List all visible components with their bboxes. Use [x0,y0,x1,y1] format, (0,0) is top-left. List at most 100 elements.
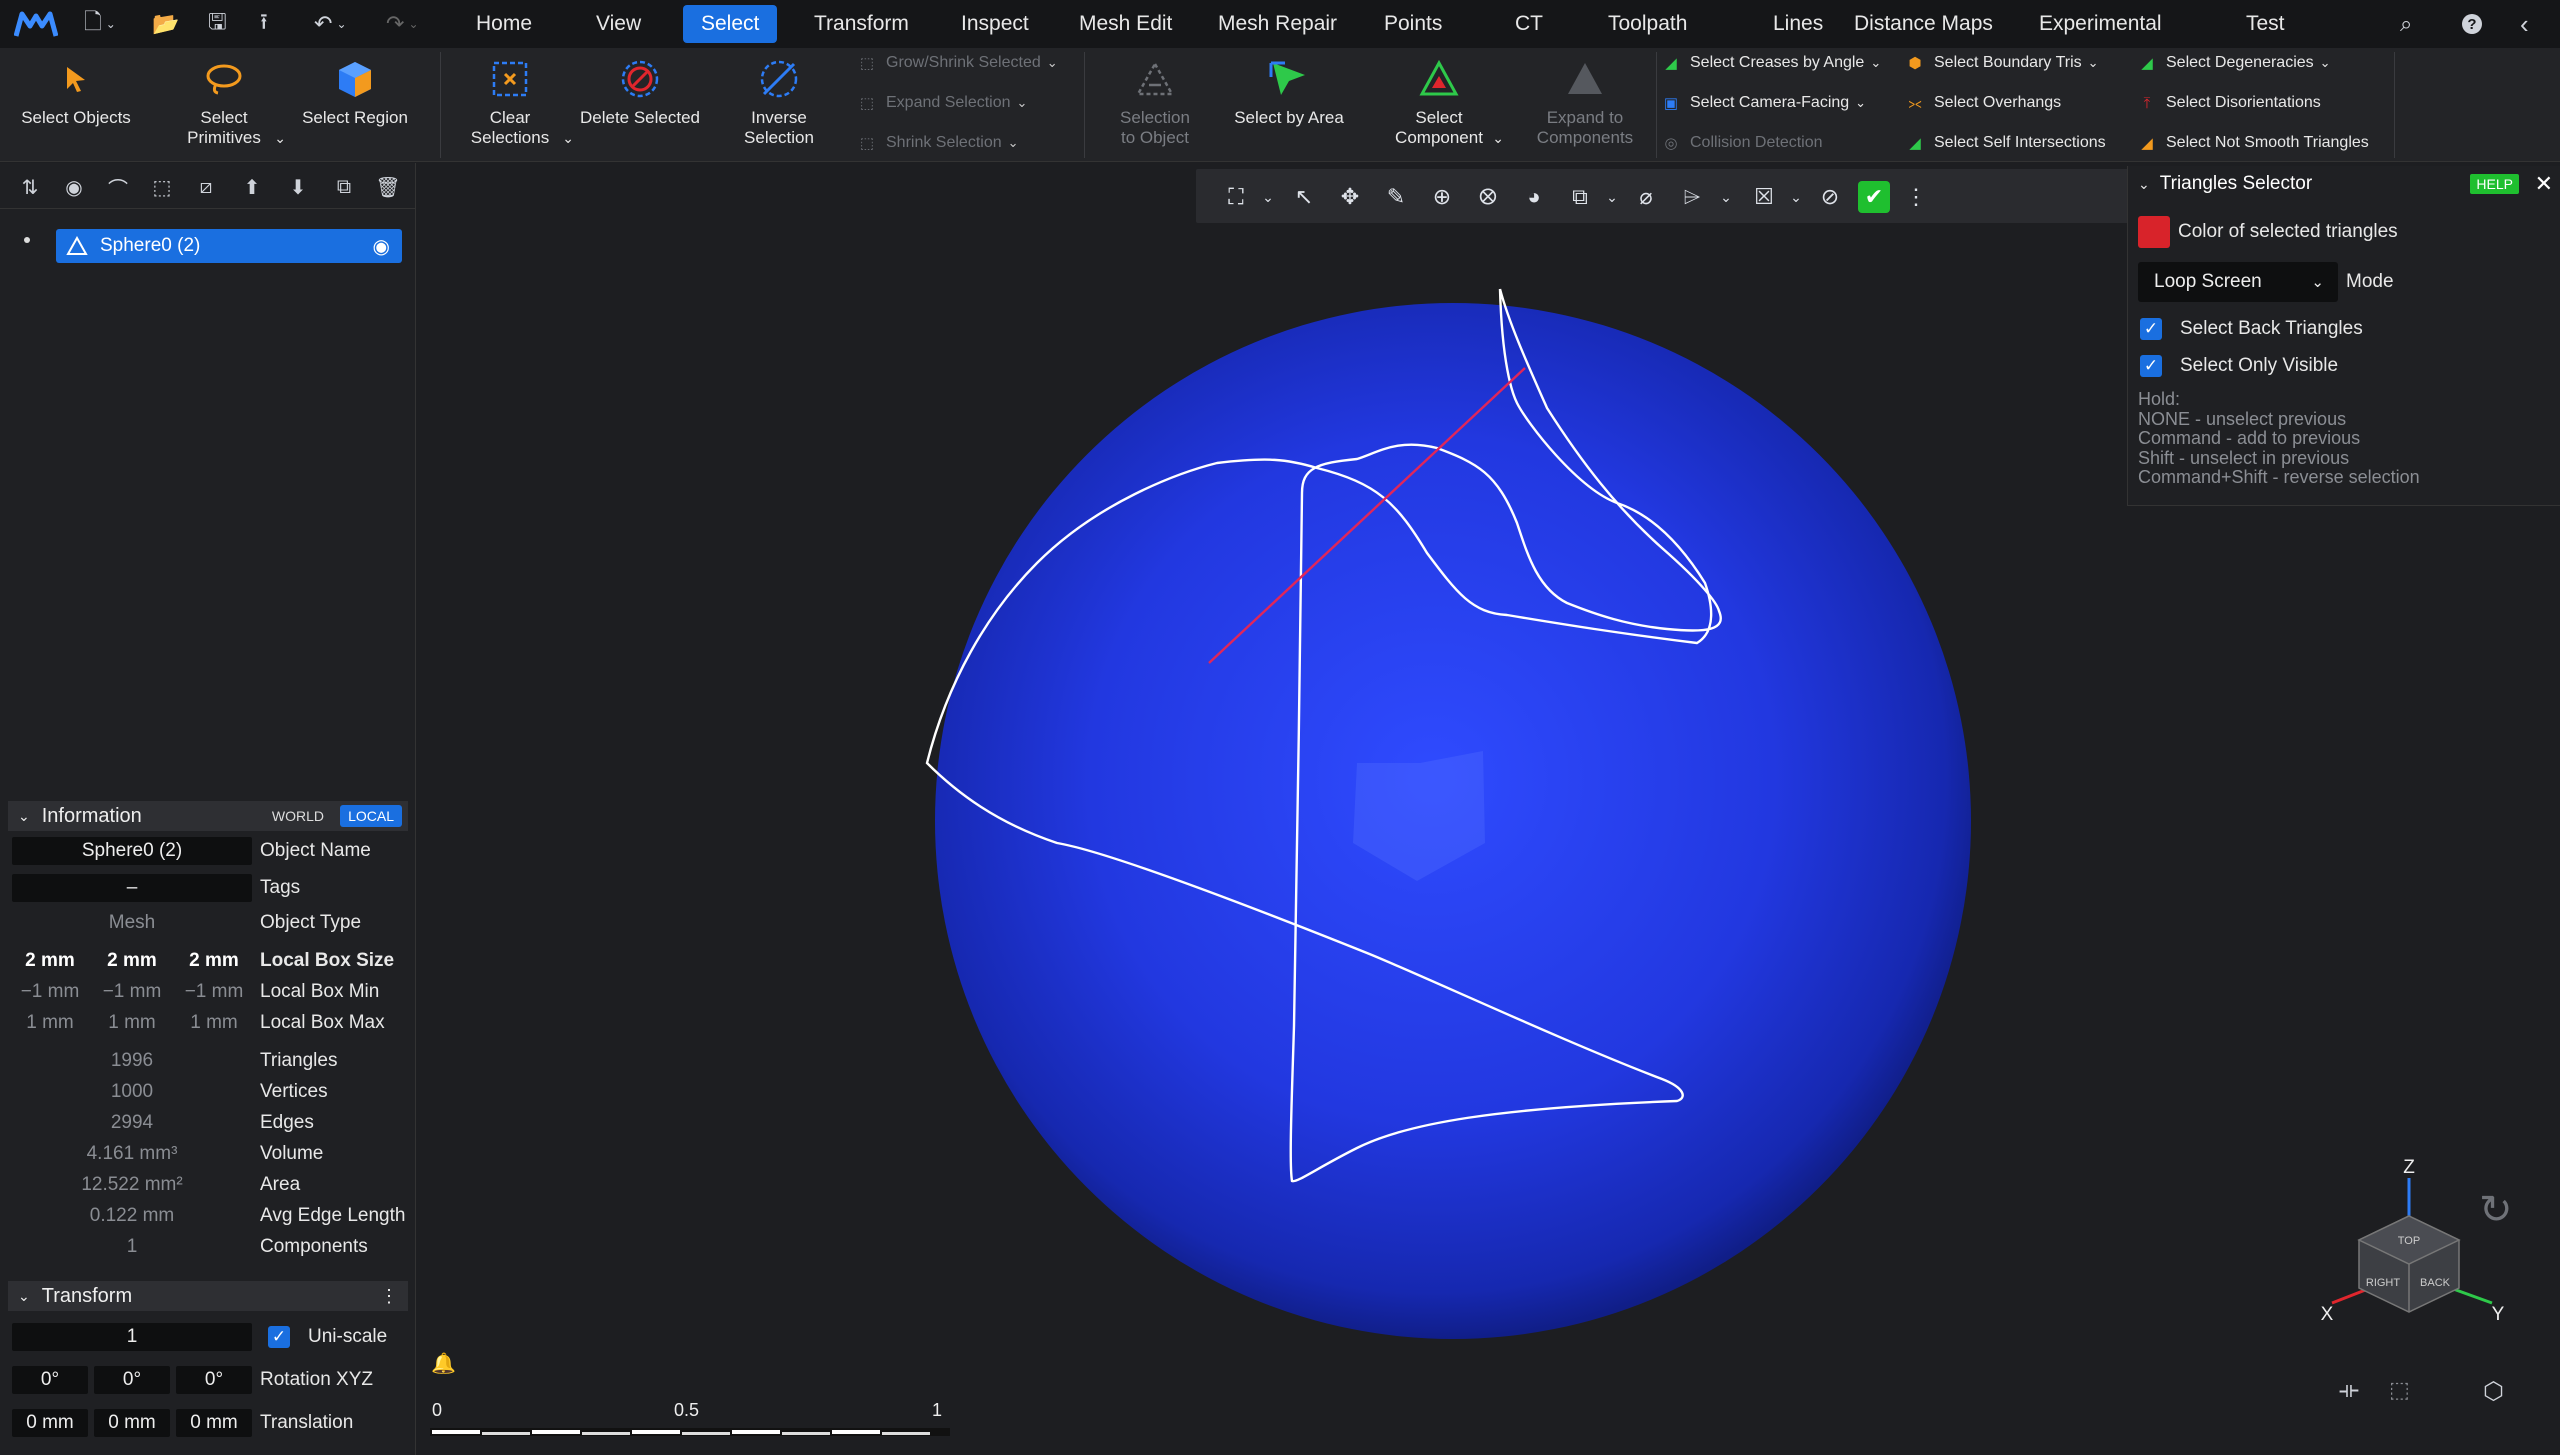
chevron-down-icon[interactable]: ⌄ [1780,181,1812,213]
more-options-icon[interactable]: ⋮ [1900,181,1932,213]
bell-icon[interactable]: 🔔 [431,1351,456,1376]
copy-view-icon[interactable]: ⧉ [1564,181,1596,213]
selection-to-object-button[interactable]: Selection to Object [1090,54,1220,158]
collision-detection-button[interactable]: ◎ Collision Detection [1660,128,1822,158]
no-select-icon[interactable]: ⊘ [1814,181,1846,213]
information-header[interactable]: ⌄ Information WORLD LOCAL [8,801,408,831]
select-overhangs-button[interactable]: ⪥ Select Overhangs [1904,88,2061,118]
tab-lines[interactable]: Lines [1755,5,1841,43]
select-creases-button[interactable]: ◢ Select Creases by Angle ⌄ [1660,48,1881,78]
chevron-down-icon[interactable]: ⌄ [562,128,574,148]
fit-view-icon[interactable]: ⛶ [1220,181,1252,213]
hide-icon[interactable]: ⌀ [1630,181,1662,213]
save-icon[interactable]: 🖫 [208,8,227,40]
selected-triangles-color-swatch[interactable] [2138,216,2170,248]
tab-select[interactable]: Select [683,5,778,43]
select-not-smooth-button[interactable]: ◢ Select Not Smooth Triangles [2136,128,2369,158]
trash-icon[interactable]: 🗑 [374,173,402,201]
sort-icon[interactable]: ⇅ [16,173,44,201]
tab-toolpath[interactable]: Toolpath [1590,5,1705,43]
select-disorientations-button[interactable]: ⤒ Select Disorientations [2136,88,2321,118]
eye-closed-icon[interactable]: ⌒ [104,173,132,201]
app-logo-icon[interactable] [14,8,58,40]
delete-selected-button[interactable]: Delete Selected [576,54,704,158]
open-folder-icon[interactable]: 📂 [152,8,179,40]
select-only-visible-checkbox[interactable]: ✓ [2140,355,2162,377]
scale-field[interactable]: 1 [12,1323,252,1351]
chevron-down-icon[interactable]: ⌄ [274,128,286,148]
mode-select[interactable]: Loop Screen ⌄ [2138,262,2338,302]
tags-field[interactable]: – [12,874,252,902]
chevron-down-icon[interactable]: ⌄ [1596,181,1628,213]
uniscale-checkbox[interactable]: ✓ [268,1326,290,1348]
more-options-icon[interactable]: ⋮ [380,1286,398,1307]
tab-mesh-edit[interactable]: Mesh Edit [1061,5,1190,43]
confirm-check-icon[interactable]: ✔ [1858,181,1890,213]
copy-icon[interactable]: ⧉ [330,173,358,201]
translation-z-field[interactable]: 0 mm [176,1409,252,1437]
tab-test[interactable]: Test [2228,5,2303,43]
export-icon[interactable]: ⭱ [260,8,268,40]
tab-view[interactable]: View [578,5,659,43]
select-component-button[interactable]: Select Component ⌄ [1374,54,1504,158]
select-primitives-button[interactable]: Select Primitives ⌄ [160,54,288,158]
translation-x-field[interactable]: 0 mm [12,1409,88,1437]
move-up-icon[interactable]: ⬆ [238,173,266,201]
cube-view-icon[interactable]: ⬡ [2483,1377,2504,1406]
rotation-y-field[interactable]: 0° [94,1366,170,1394]
rect-select-icon[interactable]: ☒ [1748,181,1780,213]
select-self-intersections-button[interactable]: ◢ Select Self Intersections [1904,128,2105,158]
search-icon[interactable]: ⌕ [2400,8,2412,40]
object-name-field[interactable]: Sphere0 (2) [12,837,252,865]
draw-icon[interactable]: ✎ [1380,181,1412,213]
lasso-tool-icon[interactable]: ⌲ [1676,181,1708,213]
triangles-selector-header[interactable]: ⌄ Triangles Selector HELP ✕ [2128,166,2560,202]
inverse-selection-button[interactable]: Inverse Selection [714,54,844,158]
tab-transform[interactable]: Transform [796,5,927,43]
close-icon[interactable]: ✕ [2535,171,2553,197]
move-down-icon[interactable]: ⬇ [284,173,312,201]
chevron-down-icon[interactable]: ⌄ [1710,181,1742,213]
local-toggle[interactable]: LOCAL [340,805,402,827]
tab-home[interactable]: Home [458,5,550,43]
transform-header[interactable]: ⌄ Transform ⋮ [8,1281,408,1311]
expand-to-components-button[interactable]: Expand to Components [1520,54,1650,158]
ruler-icon[interactable]: ⟛ [2339,1377,2359,1403]
rotation-x-field[interactable]: 0° [12,1366,88,1394]
eye-icon[interactable]: ◉ [60,173,88,201]
mesh-network-icon[interactable]: ⭙ [1472,181,1504,213]
rotation-z-field[interactable]: 0° [176,1366,252,1394]
tab-ct[interactable]: CT [1497,5,1561,43]
world-toggle[interactable]: WORLD [272,808,324,824]
chevron-down-icon[interactable]: ⌄ [1252,181,1284,213]
help-badge[interactable]: HELP [2470,174,2519,194]
tab-experimental[interactable]: Experimental [2021,5,2180,43]
view-cube[interactable]: TOP RIGHT BACK Z X Y [2307,1148,2507,1348]
translation-y-field[interactable]: 0 mm [94,1409,170,1437]
visibility-eye-icon[interactable]: ◉ [373,234,390,259]
tab-mesh-repair[interactable]: Mesh Repair [1200,5,1355,43]
clear-selections-button[interactable]: Clear Selections ⌄ [446,54,574,158]
tab-inspect[interactable]: Inspect [943,5,1047,43]
select-all-icon[interactable]: ⬚ [148,173,176,201]
help-icon[interactable]: ? [2460,8,2484,40]
select-by-area-button[interactable]: Select by Area [1224,54,1354,158]
grow-shrink-selected-button[interactable]: ⬚ Grow/Shrink Selected ⌄ [856,48,1058,78]
collapse-chevron-icon[interactable]: ‹ [2520,8,2529,40]
shrink-selection-button[interactable]: ⬚ Shrink Selection ⌄ [856,128,1019,158]
scene-item-sphere[interactable]: Sphere0 (2) ◉ [56,229,402,263]
shading-icon[interactable]: ◕ [1518,181,1550,213]
undo-icon[interactable]: ↶ ⌄ [314,8,347,40]
new-file-icon[interactable]: 🗋 ⌄ [84,8,116,40]
expand-selection-button[interactable]: ⬚ Expand Selection ⌄ [856,88,1028,118]
reset-view-icon[interactable]: ⬚ [2389,1377,2410,1403]
select-boundary-tris-button[interactable]: ⬢ Select Boundary Tris ⌄ [1904,48,2098,78]
move-icon[interactable]: ✥ [1334,181,1366,213]
select-back-triangles-checkbox[interactable]: ✓ [2140,318,2162,340]
tab-distance-maps[interactable]: Distance Maps [1836,5,2011,43]
redo-icon[interactable]: ↷ ⌄ [386,8,419,40]
deselect-icon[interactable]: ⧄ [192,173,220,201]
select-objects-button[interactable]: Select Objects [12,54,140,158]
tab-points[interactable]: Points [1366,5,1460,43]
pointer-icon[interactable]: ↖ [1288,181,1320,213]
